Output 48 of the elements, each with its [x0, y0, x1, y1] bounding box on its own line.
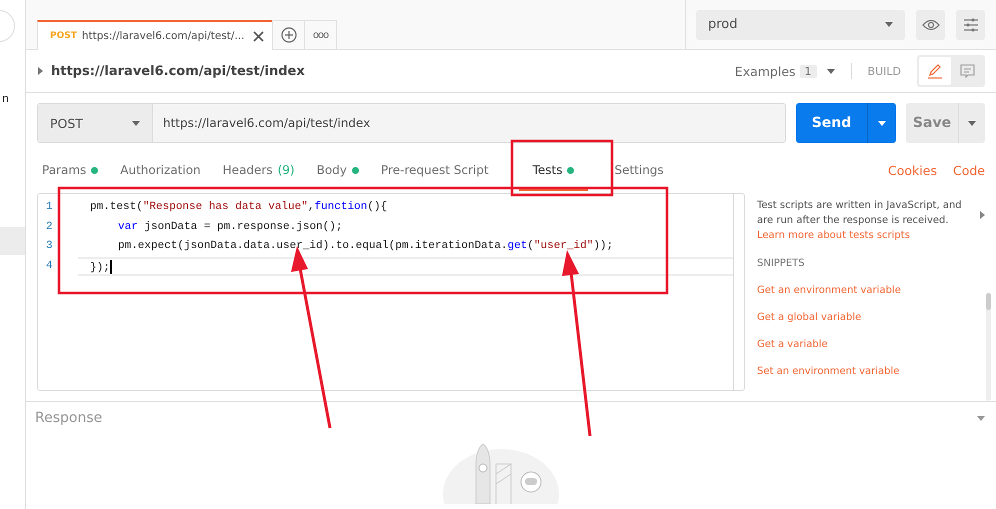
close-icon[interactable] [253, 30, 264, 42]
request-section-tab[interactable]: Pre-request Script [380, 149, 489, 191]
more-tabs-button[interactable]: ooo [304, 20, 337, 49]
code-editor[interactable]: 1 2 3 4 pm.test("Response has data value",function(){ var jsonData = pm.response.json(); pm.expect(jsonData.data.user_id).to.equal(pm.iterationData.get("user_id")); }); [37, 193, 745, 391]
settings-icon [962, 18, 978, 32]
sidebar-text-fragment: n [2, 92, 10, 106]
request-tab[interactable]: POST https://laravel6.com/api/test/... [37, 20, 273, 50]
pencil-icon [927, 63, 943, 79]
environment-dropdown[interactable]: prod [696, 10, 905, 40]
request-section-tab[interactable]: Tests [518, 149, 588, 191]
comment-icon [960, 64, 974, 78]
scrollbar[interactable] [986, 293, 991, 401]
eye-icon [922, 18, 940, 30]
snippet-link[interactable]: Get a variable [757, 339, 980, 350]
line-number: 3 [45, 239, 54, 254]
learn-more-link[interactable]: Learn more about tests scripts [757, 230, 980, 241]
tab-title: https://laravel6.com/api/test/... [82, 30, 246, 42]
header-link[interactable]: Cookies [888, 149, 937, 191]
edit-mode-button[interactable] [919, 57, 951, 85]
plus-circle-icon [280, 27, 296, 43]
line-number: 2 [45, 220, 54, 234]
request-section-tab[interactable]: Body [316, 149, 359, 191]
request-section-tab[interactable]: Params [42, 149, 98, 191]
snippet-link[interactable]: Get an environment variable [757, 285, 980, 296]
examples-dropdown[interactable]: Examples 1 [734, 64, 835, 78]
expand-caret-icon[interactable] [38, 67, 43, 75]
snippets-heading: SNIPPETS [757, 258, 806, 269]
code-line: }); [78, 256, 733, 276]
request-section-tab[interactable]: Settings [614, 149, 664, 191]
request-section-tab[interactable]: Authorization [120, 149, 201, 191]
code-line: var jsonData = pm.response.json(); [117, 220, 344, 234]
snippet-link[interactable]: Get a global variable [757, 312, 980, 323]
request-section-tab[interactable]: Headers (9) [222, 149, 295, 191]
build-label: BUILD [868, 64, 901, 78]
line-number: 1 [45, 200, 54, 215]
collapse-caret-icon[interactable] [980, 211, 985, 219]
code-line: pm.expect(jsonData.data.user_id).to.equal(pm.iterationData.get("user_id")); [117, 239, 614, 254]
code-line: pm.test("Response has data value",function(){ [89, 200, 388, 215]
help-text: Test scripts are written in JavaScript, and are run after the response is received. [757, 199, 963, 228]
snippet-link[interactable]: Set an environment variable [757, 366, 980, 377]
settings-button[interactable] [956, 10, 985, 40]
collapse-caret-icon[interactable] [977, 416, 985, 420]
environment-quick-look-button[interactable] [916, 10, 945, 40]
method-label: POST [50, 31, 77, 41]
response-title: Response [35, 410, 102, 426]
line-number: 4 [45, 258, 54, 274]
header-link[interactable]: Code [952, 149, 985, 191]
request-name: https://laravel6.com/api/test/index [51, 64, 306, 78]
